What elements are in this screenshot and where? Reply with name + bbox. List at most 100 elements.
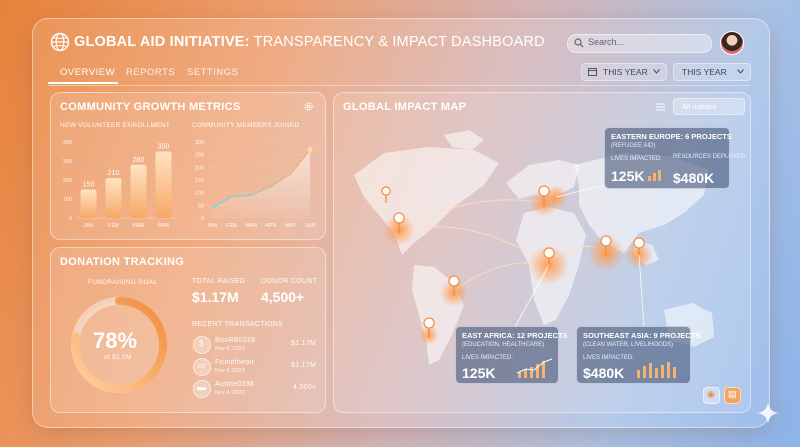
callout-lives: 125K <box>611 168 645 184</box>
gear-icon[interactable] <box>303 101 314 112</box>
bar <box>130 164 147 218</box>
filter-icon[interactable] <box>655 102 666 112</box>
donor-count-label: DONOR COUNT <box>261 278 318 285</box>
callout-lives-label: LIVES IMPACTED: <box>583 355 634 361</box>
x-tick-label: APR <box>265 223 276 229</box>
transaction-date: Nov 4, 2023 <box>215 368 245 374</box>
community-title: COMMUNITY GROWTH METRICS <box>60 101 241 113</box>
y-tick-label: 300 <box>63 159 72 165</box>
map-layer-button[interactable]: ◉ <box>703 387 720 404</box>
x-tick-label: APR <box>158 223 169 229</box>
map-info-button[interactable]: ▤ <box>724 387 741 404</box>
members-chart-label: COMMUNITY MEMBERS JOINED <box>192 122 300 129</box>
date-range-label-2: THIS YEAR <box>682 67 727 77</box>
bar-value-label: 280 <box>133 157 145 164</box>
dollar-icon: $ <box>193 336 211 354</box>
avatar[interactable] <box>720 31 744 55</box>
y-tick-label: 100 <box>195 191 204 197</box>
bar-value-label: 150 <box>83 182 95 189</box>
date-range-dropdown-2[interactable]: THIS YEAR <box>673 63 751 81</box>
donor-count-value: 4,500+ <box>261 289 305 305</box>
transaction-amount: 4,500+ <box>293 384 317 391</box>
x-tick-label: JAN <box>207 223 217 229</box>
callout-resources-label: RESOURCES DEPLOYED <box>673 154 746 160</box>
nation-filter-label: All nations <box>682 102 717 111</box>
title-rest: TRANSPARENCY & IMPACT DASHBOARD <box>249 34 545 50</box>
callout-lives-label: LIVES IMPACTED: <box>611 156 662 162</box>
search-input[interactable]: Search... <box>567 34 712 53</box>
total-raised-value: $1.17M <box>192 289 239 305</box>
title-bold: GLOBAL AID INITIATIVE: <box>74 34 250 50</box>
y-tick-label: 100 <box>63 197 72 203</box>
chevron-down-icon <box>653 69 660 74</box>
total-raised-label: TOTAL RAISED <box>192 278 246 285</box>
goal-percent: 78% <box>93 328 138 353</box>
tab-overview[interactable]: OVERVIEW <box>60 67 115 78</box>
goal-label: FUNDRAISING GOAL <box>88 279 158 286</box>
mini-bar-icon <box>648 170 661 181</box>
transaction-name: Auttrie0338 <box>215 381 255 388</box>
chevron-down-icon <box>737 69 744 74</box>
date-range-dropdown-1[interactable]: THIS YEAR <box>581 63 667 81</box>
members-area-chart: 0 50 100 150 200 250 300 JAN FEB MAR APR MAY JUN <box>195 140 316 229</box>
callout-lives-label: LIVES IMPACTED: <box>462 355 513 361</box>
transaction-amount: $1.17M <box>291 340 317 347</box>
y-tick-label: 400 <box>63 140 72 146</box>
y-tick-label: 200 <box>63 178 72 184</box>
x-tick-label: MAR <box>245 223 257 229</box>
map-title: GLOBAL IMPACT MAP <box>343 101 467 113</box>
gift-icon: ▭ <box>193 358 211 376</box>
y-tick-label: 0 <box>201 216 204 222</box>
x-tick-label: JAN <box>83 223 93 229</box>
search-icon <box>574 38 584 48</box>
tab-settings[interactable]: SETTINGS <box>187 67 239 78</box>
callout-southeast-asia[interactable]: SOUTHEAST ASIA: 9 PROJECTS (CLEAN WATER,… <box>576 326 700 384</box>
goal-text: of $1.5M <box>104 354 132 361</box>
search-placeholder: Search... <box>588 37 625 47</box>
recent-transactions-label: RECENT TRANSACTIONS <box>192 321 284 328</box>
y-tick-label: 300 <box>195 140 204 146</box>
mini-trend-icon <box>516 358 553 378</box>
callout-region: SOUTHEAST ASIA: 9 PROJECTS <box>583 331 701 340</box>
volunteer-chart-label: NEW VOLUNTEER ENROLLMENT <box>60 122 171 129</box>
x-tick-label: MAR <box>132 223 144 229</box>
callout-sub: (EDUCATION, HEALTHCARE) <box>462 342 545 348</box>
card-icon: ▬ <box>193 380 211 398</box>
tab-reports[interactable]: REPORTS <box>126 67 175 78</box>
callout-eastern-europe[interactable]: EASTERN EUROPE: 6 PROJECTS (REFUGEE AID)… <box>604 127 745 189</box>
sparkle-icon <box>757 402 779 424</box>
area-fill <box>212 149 310 218</box>
x-tick-label: MAY <box>285 223 297 229</box>
calendar-icon <box>588 68 597 76</box>
callout-region: EAST AFRICA: 12 PROJECTS <box>462 331 568 340</box>
bar <box>155 151 172 218</box>
callout-east-africa[interactable]: EAST AFRICA: 12 PROJECTS (EDUCATION, HEA… <box>455 326 568 384</box>
globe-icon <box>50 32 70 52</box>
y-tick-label: 250 <box>195 153 204 159</box>
callout-sub: (REFUGEE AID) <box>611 143 656 149</box>
callout-sub: (CLEAN WATER, LIVELIHOODS) <box>583 342 674 348</box>
x-tick-label: JUN <box>305 223 316 229</box>
volunteer-bar-chart: 0 100 200 300 400 150 JAN 210 FEB 280 MAR 350 APR <box>63 140 176 229</box>
bar <box>105 178 122 218</box>
transaction-date: Nov 4, 2023 <box>215 346 245 352</box>
bar-value-label: 350 <box>158 144 170 151</box>
divider <box>48 85 750 86</box>
page-title: GLOBAL AID INITIATIVE: TRANSPARENCY & IM… <box>74 34 545 50</box>
transaction-date: Nov 4, 2023 <box>215 390 245 396</box>
x-tick-label: FEB <box>108 223 119 229</box>
callout-resources: $480K <box>673 170 715 186</box>
callout-lives: $480K <box>583 365 625 381</box>
pin-icon: ◉ <box>707 389 715 399</box>
mini-bar-icon <box>637 362 676 378</box>
callout-region: EASTERN EUROPE: 6 PROJECTS <box>611 132 732 141</box>
data-point <box>307 147 313 153</box>
y-tick-label: 200 <box>195 165 204 171</box>
transaction-name: BooRB0328 <box>215 337 256 344</box>
date-range-label-1: THIS YEAR <box>603 67 648 77</box>
transaction-amount: $1.17M <box>291 362 317 369</box>
bar <box>80 189 97 218</box>
bar-value-label: 210 <box>108 170 120 177</box>
y-tick-label: 150 <box>195 178 204 184</box>
nation-filter-dropdown[interactable]: All nations <box>673 98 745 115</box>
